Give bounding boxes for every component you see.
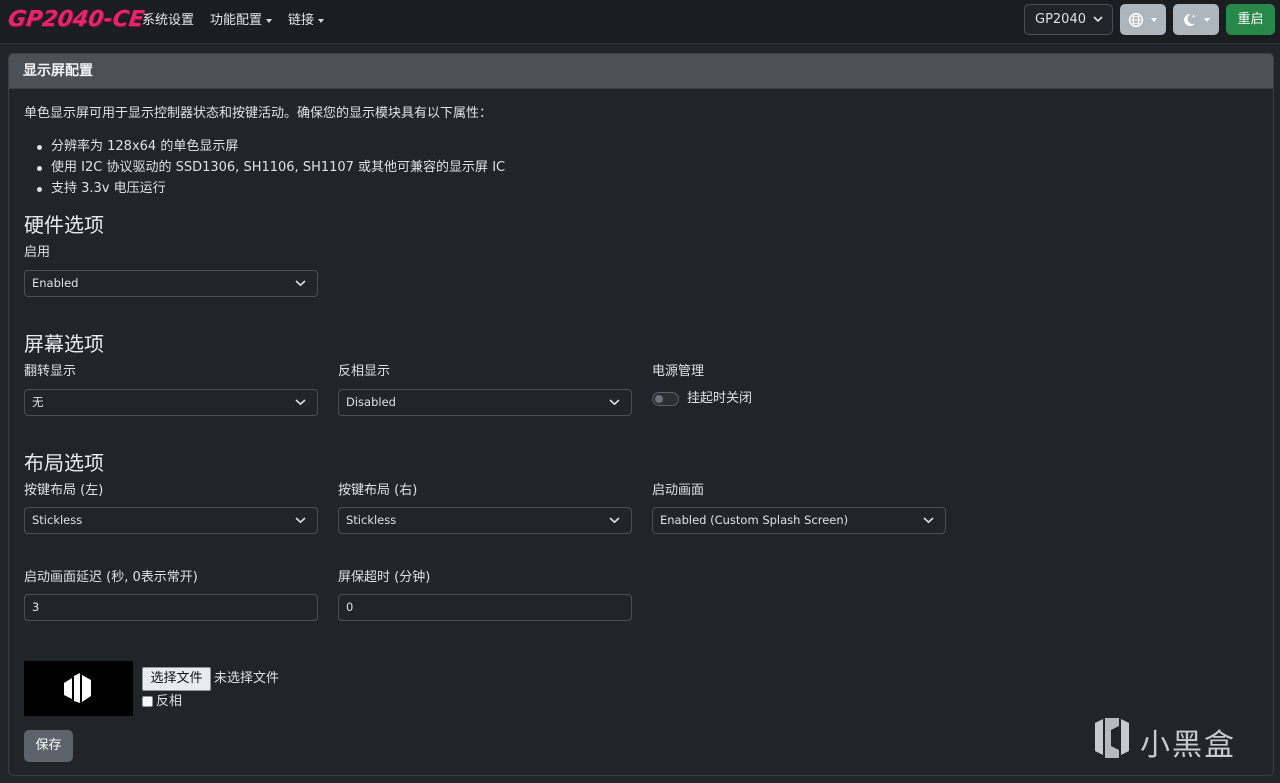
top-navbar: GP2040-CE 系统设置 功能配置 链接 GP2040 重启 [0,0,1280,44]
flip-select[interactable]: 无 [24,389,318,416]
invert-image-checkbox[interactable] [142,696,153,707]
globe-icon [1128,12,1144,28]
enable-select-value: Enabled [32,276,79,290]
list-item: 使用 I2C 协议驱动的 SSD1306, SH1106, SH1107 或其他… [37,157,505,178]
caret-down-icon [1204,18,1210,22]
moon-stars-icon [1184,13,1196,26]
right-layout-label: 按键布局 (右) [338,483,418,498]
nav-link-label: 功能配置 [210,13,263,28]
chevron-down-icon [295,517,306,524]
list-item: 分辨率为 128x64 的单色显示屏 [37,136,505,157]
display-config-card: 显示屏配置 单色显示屏可用于显示控制器状态和按键活动。确保您的显示模块具有以下属… [8,53,1274,776]
power-label: 电源管理 [652,364,705,379]
nav-link-config[interactable]: 功能配置 [210,11,273,31]
flip-select-value: 无 [32,395,44,409]
description-text: 单色显示屏可用于显示控制器状态和按键活动。确保您的显示模块具有以下属性： [24,106,493,121]
splash-logo-icon [64,673,91,703]
left-layout-select[interactable]: Stickless [24,507,318,534]
splash-label: 启动画面 [652,483,705,498]
chevron-down-icon [295,399,306,406]
splash-preview [24,661,133,716]
splash-select-value: Enabled (Custom Splash Screen) [660,513,849,527]
splash-delay-input[interactable]: 3 [24,594,318,621]
hardware-section-title: 硬件选项 [24,213,104,237]
invert-image-label: 反相 [156,694,183,709]
nav-link-links[interactable]: 链接 [288,11,325,31]
right-layout-select[interactable]: Stickless [338,507,632,534]
left-layout-select-value: Stickless [32,513,83,527]
watermark: 小黑盒 [1085,713,1255,763]
power-toggle[interactable] [652,392,679,406]
splash-delay-label: 启动画面延迟 (秒, 0表示常开) [24,570,198,585]
invert-select[interactable]: Disabled [338,389,632,416]
chevron-down-icon [295,280,306,287]
nav-link-label: 系统设置 [142,13,195,28]
language-button[interactable] [1120,4,1166,35]
chevron-down-icon [609,399,620,406]
invert-label: 反相显示 [338,364,391,379]
watermark-text: 小黑盒 [1140,728,1236,763]
screensaver-label: 屏保超时 (分钟) [338,570,431,585]
chevron-down-icon [923,517,934,524]
left-layout-label: 按键布局 (左) [24,483,104,498]
splash-select[interactable]: Enabled (Custom Splash Screen) [652,507,946,534]
flip-label: 翻转显示 [24,364,77,379]
watermark-logo-icon [1095,718,1129,758]
list-item: 支持 3.3v 电压运行 [37,178,505,199]
invert-select-value: Disabled [346,395,396,409]
screensaver-input[interactable]: 0 [338,594,632,621]
requirements-list: 分辨率为 128x64 的单色显示屏 使用 I2C 协议驱动的 SSD1306,… [37,136,505,199]
nav-link-label: 链接 [288,13,315,28]
theme-button[interactable] [1173,4,1219,35]
file-status: 未选择文件 [214,671,280,686]
chevron-down-icon [609,517,620,524]
enable-select[interactable]: Enabled [24,270,318,297]
app-logo[interactable]: GP2040-CE [5,2,146,38]
save-button[interactable]: 保存 [24,730,73,762]
chevron-down-icon [1093,16,1103,23]
board-select[interactable]: GP2040 [1024,4,1113,35]
toggle-knob [655,395,663,403]
right-layout-select-value: Stickless [346,513,397,527]
caret-down-icon [318,18,325,23]
power-toggle-label: 挂起时关闭 [687,391,753,406]
card-header: 显示屏配置 [9,54,1273,89]
layout-section-title: 布局选项 [24,451,104,475]
choose-file-button[interactable]: 选择文件 [142,667,211,691]
board-select-value: GP2040 [1035,12,1086,27]
enable-label: 启用 [24,245,51,260]
restart-button[interactable]: 重启 [1226,4,1275,35]
caret-down-icon [1151,18,1157,22]
nav-link-settings[interactable]: 系统设置 [142,11,194,31]
caret-down-icon [266,18,273,23]
screen-section-title: 屏幕选项 [24,332,104,356]
